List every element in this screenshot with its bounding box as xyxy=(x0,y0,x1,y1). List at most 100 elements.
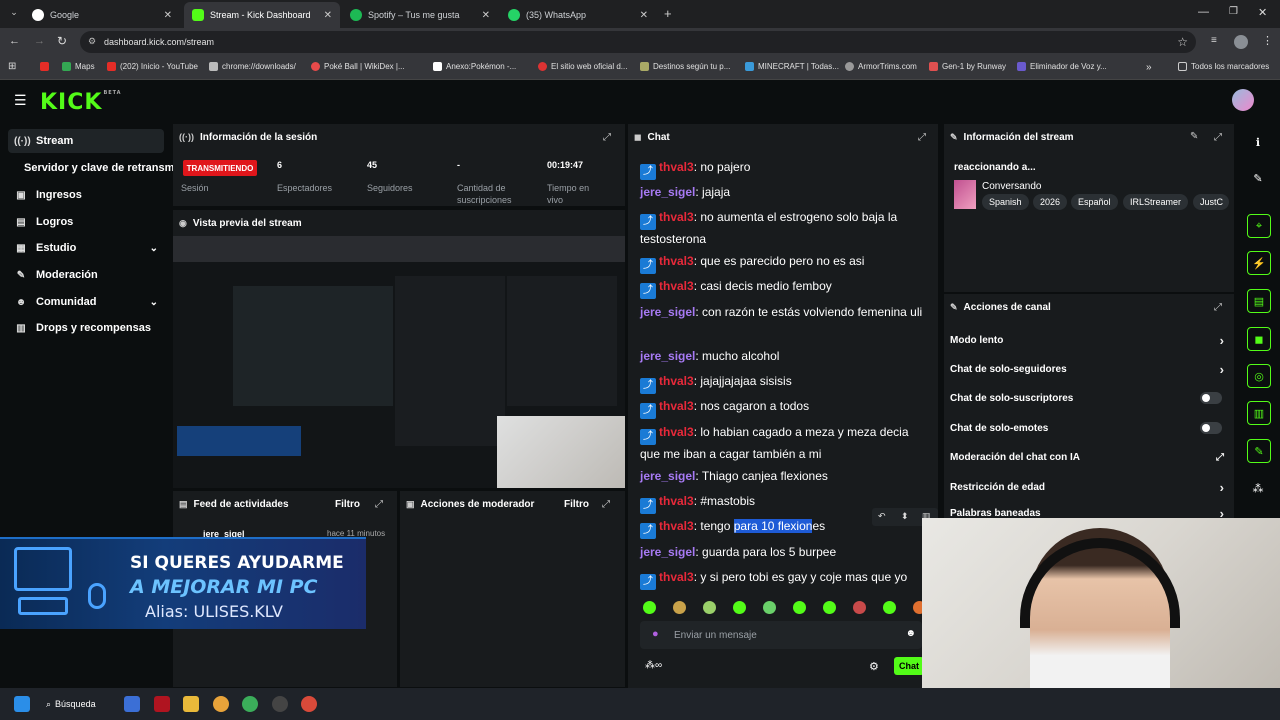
sidebar-item-drops[interactable]: ▥ Drops y recompensas xyxy=(8,316,178,340)
tab-spotify[interactable]: Spotify – Tus me gusta ✕ xyxy=(342,2,498,28)
broadcast-icon[interactable]: ◎ xyxy=(1247,364,1271,388)
chat-username[interactable]: thval3 xyxy=(659,425,694,439)
chat-message[interactable]: ⤴ thval3: nos cagaron a todos xyxy=(640,397,930,419)
emotes-only-toggle[interactable] xyxy=(1200,422,1222,434)
chrome-icon[interactable] xyxy=(213,696,229,712)
chat-icon[interactable]: ◼ xyxy=(1247,327,1271,351)
mic-icon[interactable]: ● xyxy=(652,628,659,640)
new-tab-button[interactable]: + xyxy=(664,6,672,21)
profile-avatar[interactable] xyxy=(1234,35,1248,49)
extensions-icon[interactable]: ≡ xyxy=(1211,35,1217,46)
bookmark-item[interactable]: Gen-1 by Runway xyxy=(929,62,1006,71)
capture-icon[interactable]: ⌖ xyxy=(1247,214,1271,238)
url-input[interactable]: ⚙ dashboard.kick.com/stream ☆ xyxy=(80,31,1196,53)
settings-gear-icon[interactable]: ⚙ xyxy=(869,660,879,673)
chat-input[interactable]: ● Enviar un mensaje ☻ xyxy=(640,621,922,649)
action-followers-only[interactable]: Chat de solo-seguidores › xyxy=(950,360,1230,378)
chat-message[interactable]: jere_sigel: mucho alcohol xyxy=(640,347,930,366)
file-explorer-icon[interactable] xyxy=(183,696,199,712)
sidebar-item-stream[interactable]: ((·)) Stream xyxy=(8,129,164,153)
chat-username[interactable]: jere_sigel xyxy=(640,185,695,199)
more-bookmarks-icon[interactable]: » xyxy=(1146,62,1152,73)
wrench-icon[interactable]: ✎ xyxy=(1247,439,1271,463)
bookmark-item[interactable] xyxy=(40,62,53,71)
filter-button[interactable]: Filtro xyxy=(564,499,589,510)
category-name[interactable]: Conversando xyxy=(982,181,1041,192)
sidebar-item-logros[interactable]: ▤ Logros xyxy=(8,210,164,234)
menu-icon[interactable]: ⋮ xyxy=(1262,34,1273,47)
stream-tag[interactable]: Español xyxy=(1071,194,1118,210)
app-icon[interactable] xyxy=(154,696,170,712)
maximize-button[interactable]: ❐ xyxy=(1229,6,1238,17)
mod-icon[interactable]: ▥ xyxy=(1247,401,1271,425)
bookmark-star-icon[interactable]: ☆ xyxy=(1177,35,1188,49)
close-icon[interactable]: ✕ xyxy=(482,10,490,21)
chevron-down-icon[interactable]: ⌄ xyxy=(150,243,158,254)
chat-username[interactable]: thval3 xyxy=(659,494,694,508)
sidebar-item-moderacion[interactable]: ✎ Moderación xyxy=(8,263,164,287)
close-icon[interactable]: ✕ xyxy=(324,10,332,21)
chat-message[interactable]: jere_sigel: Thiago canjea flexiones xyxy=(640,467,930,486)
emote-icon[interactable] xyxy=(673,601,686,614)
bookmark-item[interactable]: Maps xyxy=(62,62,95,71)
emote-icon[interactable] xyxy=(853,601,866,614)
chat-message[interactable]: jere_sigel: guarda para los 5 burpee xyxy=(640,543,930,562)
pin-icon[interactable]: ⬍ xyxy=(901,511,909,522)
expand-icon[interactable]: ⤢ xyxy=(602,499,610,510)
emote-icon[interactable] xyxy=(763,601,776,614)
stream-tag[interactable]: Spanish xyxy=(982,194,1029,210)
tab-kick-dashboard[interactable]: Stream - Kick Dashboard ✕ xyxy=(184,2,340,28)
sidebar-item-server-key[interactable]: Servidor y clave de retransmisión xyxy=(8,156,178,180)
tab-search-icon[interactable]: ⌄ xyxy=(6,7,22,21)
expand-icon[interactable]: ⤢ xyxy=(603,132,611,143)
chat-send-button[interactable]: Chat xyxy=(894,657,924,675)
taskview-icon[interactable] xyxy=(124,696,140,712)
chat-username[interactable]: jere_sigel xyxy=(640,545,695,559)
expand-icon[interactable]: ⤢ xyxy=(1214,302,1222,313)
chat-message[interactable]: jere_sigel: con razón te estás volviendo… xyxy=(640,303,930,322)
close-window-button[interactable]: ✕ xyxy=(1258,6,1267,19)
expand-icon[interactable]: ⤢ xyxy=(1214,132,1222,143)
emote-icon[interactable] xyxy=(733,601,746,614)
expand-icon[interactable]: ⤢ xyxy=(375,499,383,510)
action-subscribers-only[interactable]: Chat de solo-suscriptores xyxy=(950,389,1230,407)
chat-message[interactable]: ⤴ thval3: y si pero tobi es gay y coje ma… xyxy=(640,568,923,590)
chat-username[interactable]: thval3 xyxy=(659,399,694,413)
stream-tag[interactable]: IRLStreamer xyxy=(1123,194,1189,210)
bookmark-item[interactable]: (202) Inicio - YouTube xyxy=(107,62,198,71)
action-emotes-only[interactable]: Chat de solo-emotes xyxy=(950,419,1230,437)
taskbar-search[interactable]: ⌕ Búsqueda xyxy=(46,696,96,712)
expand-icon[interactable]: ⤢ xyxy=(918,132,926,143)
chat-extra-icon[interactable]: ⁂∞ xyxy=(645,660,662,671)
stream-tag[interactable]: JustC xyxy=(1193,194,1229,210)
bookmark-item[interactable]: Eliminador de Voz y... xyxy=(1017,62,1107,71)
bookmark-item[interactable]: MINECRAFT | Todas... xyxy=(745,62,839,71)
emote-icon[interactable] xyxy=(883,601,896,614)
chat-username[interactable]: thval3 xyxy=(659,279,694,293)
bookmark-item[interactable]: Anexo:Pokémon -... xyxy=(433,62,516,71)
chat-username[interactable]: thval3 xyxy=(659,210,694,224)
close-icon[interactable]: ✕ xyxy=(164,10,172,21)
emote-icon[interactable] xyxy=(793,601,806,614)
emote-icon[interactable] xyxy=(703,601,716,614)
chat-message[interactable]: ⤴ thval3: no aumenta el estrogeno solo ba… xyxy=(640,208,930,249)
all-bookmarks[interactable]: Todos los marcadores xyxy=(1178,62,1269,71)
chrome-icon[interactable] xyxy=(242,696,258,712)
info-icon[interactable]: ℹ xyxy=(1244,130,1272,154)
chat-username[interactable]: jere_sigel xyxy=(640,305,695,319)
extensions-icon[interactable]: ⁂ xyxy=(1244,476,1272,500)
user-avatar[interactable] xyxy=(1232,89,1254,111)
chat-message[interactable]: ⤴ thval3: jajajjajajaa sisisis xyxy=(640,372,930,394)
back-icon[interactable]: ← xyxy=(9,35,20,47)
sidebar-item-comunidad[interactable]: ☻ Comunidad ⌄ xyxy=(8,290,164,314)
chat-username[interactable]: jere_sigel xyxy=(640,349,695,363)
bookmark-item[interactable]: ArmorTrims.com xyxy=(845,62,917,71)
sidebar-item-ingresos[interactable]: ▣ Ingresos xyxy=(8,183,164,207)
chat-message[interactable]: ⤴ thval3: no pajero xyxy=(640,158,930,180)
chat-username[interactable]: thval3 xyxy=(659,374,694,388)
reply-icon[interactable]: ↶ xyxy=(878,511,886,522)
chrome-icon[interactable] xyxy=(301,696,317,712)
bookmark-item[interactable]: Destinos según tu p... xyxy=(640,62,730,71)
close-icon[interactable]: ✕ xyxy=(640,10,648,21)
kick-logo[interactable]: KICKBETA xyxy=(40,90,122,115)
